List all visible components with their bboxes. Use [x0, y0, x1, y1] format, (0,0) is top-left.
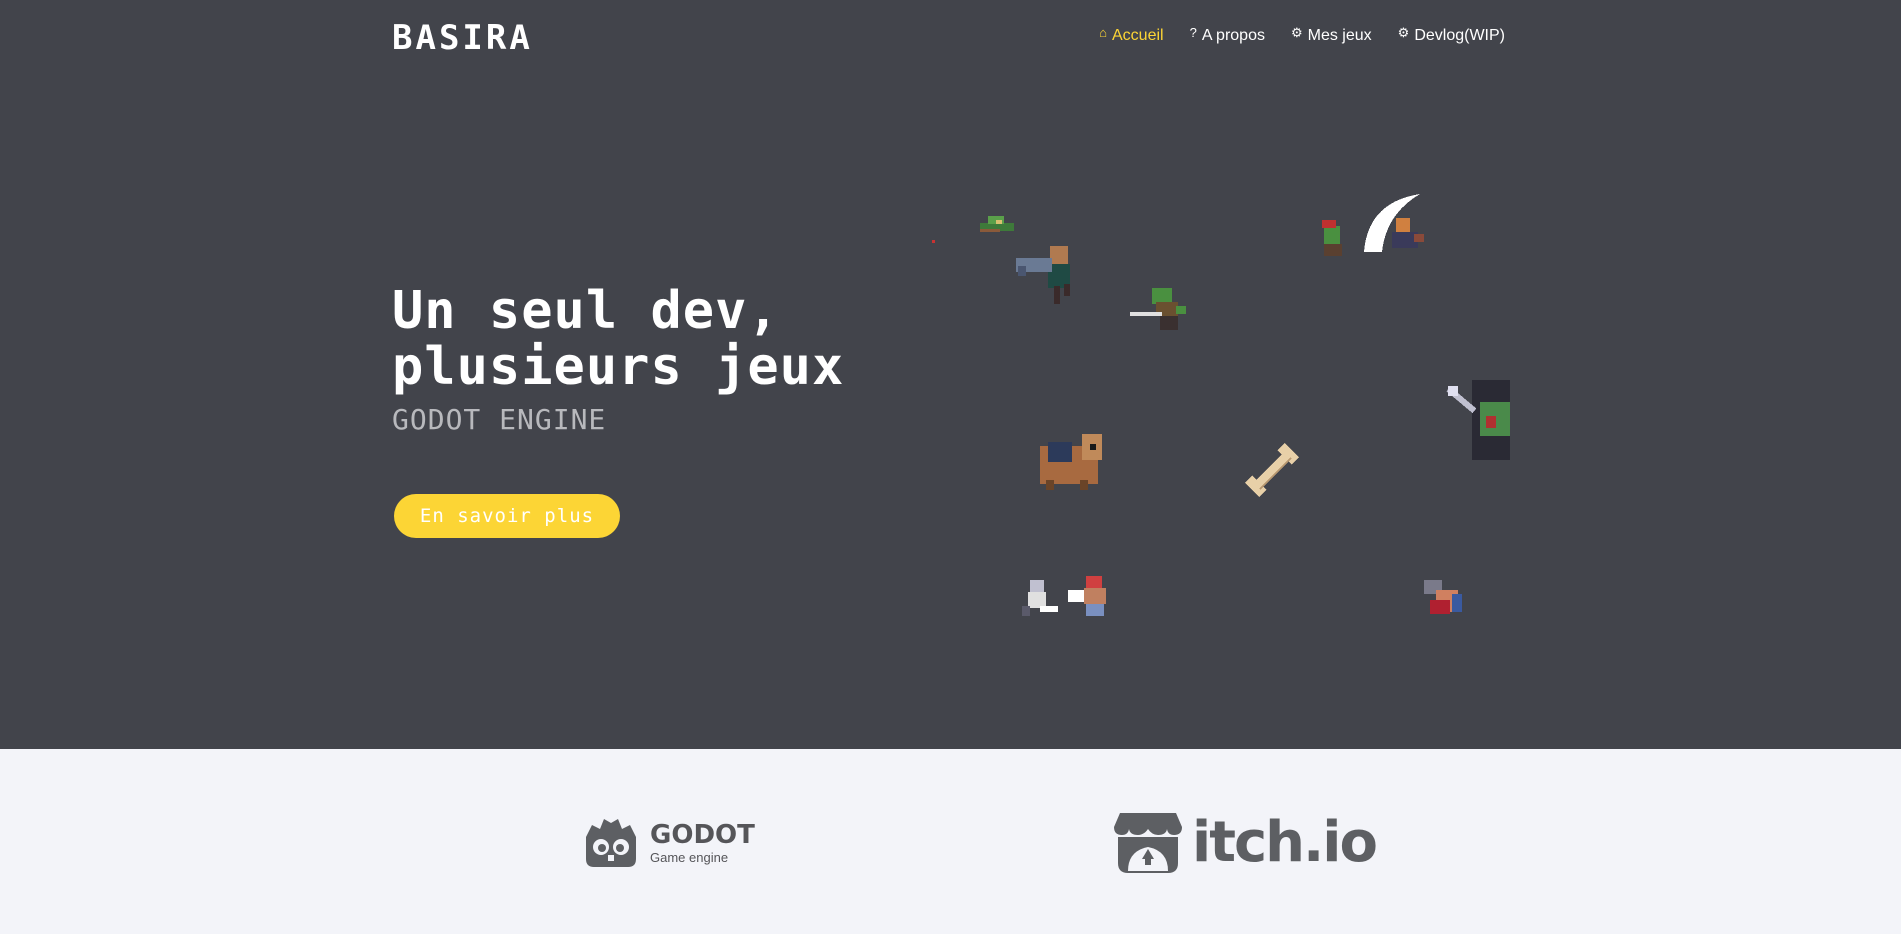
fighters-sprite	[1022, 576, 1106, 616]
hero-headline: Un seul dev, plusieurs jeux	[392, 283, 844, 395]
godot-wordmark: GODOT Game engine	[650, 822, 755, 865]
godot-subtitle: Game engine	[650, 849, 729, 865]
question-icon: ?	[1189, 25, 1197, 40]
main-nav: ⌂ Accueil ? A propos ⚙ Mes jeux ⚙ Devlog…	[1099, 25, 1505, 47]
nav-label: Accueil	[1112, 27, 1164, 44]
nav-label: Devlog(WIP)	[1414, 27, 1505, 44]
nav-item-accueil[interactable]: ⌂ Accueil	[1099, 25, 1163, 47]
nav-item-mes-jeux[interactable]: ⚙ Mes jeux	[1291, 25, 1372, 47]
red-dot-sprite	[932, 240, 935, 243]
home-icon: ⌂	[1099, 25, 1107, 40]
dog-sprite	[1040, 434, 1102, 490]
partners-footer: GODOT Game engine itch.io	[0, 749, 1901, 934]
pixel-sprites-illustration	[932, 194, 1510, 616]
nav-label: Mes jeux	[1307, 27, 1372, 44]
goblin-lying-sprite	[980, 216, 1014, 232]
blacksmith-sprite	[1424, 580, 1462, 614]
nav-item-devlog[interactable]: ⚙ Devlog(WIP)	[1398, 25, 1505, 47]
spear-warrior-sprite	[1446, 380, 1510, 460]
hero-section: BASIRA ⌂ Accueil ? A propos ⚙ Mes jeux ⚙…	[0, 0, 1901, 749]
slash-scene-sprite	[1322, 194, 1424, 256]
nav-label: A propos	[1201, 27, 1265, 44]
bone-sprite	[1245, 443, 1299, 497]
godot-logo-icon	[586, 819, 636, 867]
gear-icon: ⚙	[1397, 25, 1410, 40]
headline-line-2: plusieurs jeux	[392, 337, 845, 397]
godot-title: GODOT	[650, 819, 755, 850]
goblin-sword-sprite	[1130, 288, 1186, 330]
itch-logo-icon	[1114, 813, 1182, 873]
club-man-sprite	[1016, 246, 1070, 304]
learn-more-button[interactable]: En savoir plus	[394, 494, 620, 538]
gear-icon: ⚙	[1290, 25, 1303, 40]
itch-partner-link[interactable]: itch.io	[1112, 810, 1378, 875]
nav-item-a-propos[interactable]: ? A propos	[1190, 25, 1265, 47]
itch-wordmark: itch.io	[1192, 810, 1378, 875]
site-logo[interactable]: BASIRA	[392, 18, 533, 58]
godot-partner-link[interactable]: GODOT Game engine	[582, 815, 755, 871]
headline-line-1: Un seul dev,	[392, 281, 780, 341]
hero-subheadline: GODOT ENGINE	[392, 403, 607, 436]
